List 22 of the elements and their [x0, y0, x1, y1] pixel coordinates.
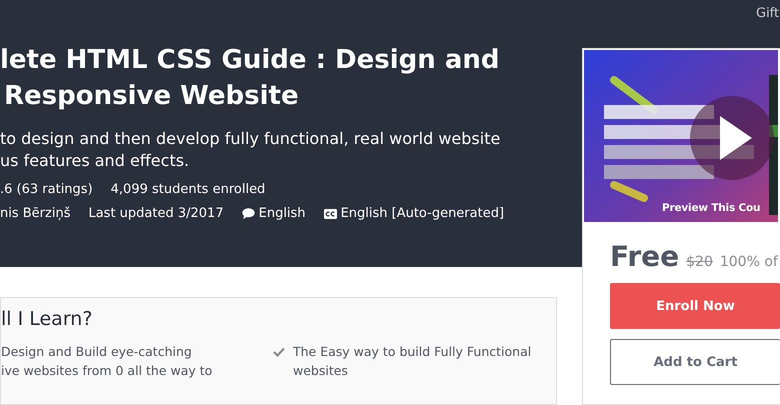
language-label: English [258, 206, 306, 221]
rating-text: .6 (63 ratings) [0, 182, 93, 197]
course-title: Responsive Website [3, 80, 300, 113]
section-heading: ll I Learn? [1, 308, 94, 330]
learn-item: The Easy way to build Fully Functional websites [293, 343, 532, 380]
original-price: $20 [686, 254, 713, 270]
check-icon [273, 347, 285, 358]
captions-label: English [Auto-generated] [340, 206, 504, 221]
speech-bubble-icon [242, 208, 255, 219]
course-subtitle: to design and then develop fully functional, real world website us features and effects. [0, 128, 502, 172]
course-title: lete HTML CSS Guide : Design and [0, 44, 500, 77]
enroll-button[interactable]: Enroll Now [610, 283, 780, 329]
gift-link[interactable]: Gift [756, 6, 780, 21]
closed-captions-icon [324, 208, 337, 218]
price: Free [610, 240, 680, 273]
author-name[interactable]: nis Bērziņš [0, 206, 70, 221]
learn-item: Design and Build eye-catching ive websites from 0 all the way to [1, 343, 212, 380]
last-updated: Last updated 3/2017 [88, 206, 224, 221]
cart-button[interactable]: Add to Cart [610, 339, 780, 385]
enrollment-count: 4,099 students enrolled [110, 182, 266, 197]
preview-label[interactable]: Preview This Cou [662, 202, 760, 214]
discount-text: 100% of [720, 254, 778, 270]
